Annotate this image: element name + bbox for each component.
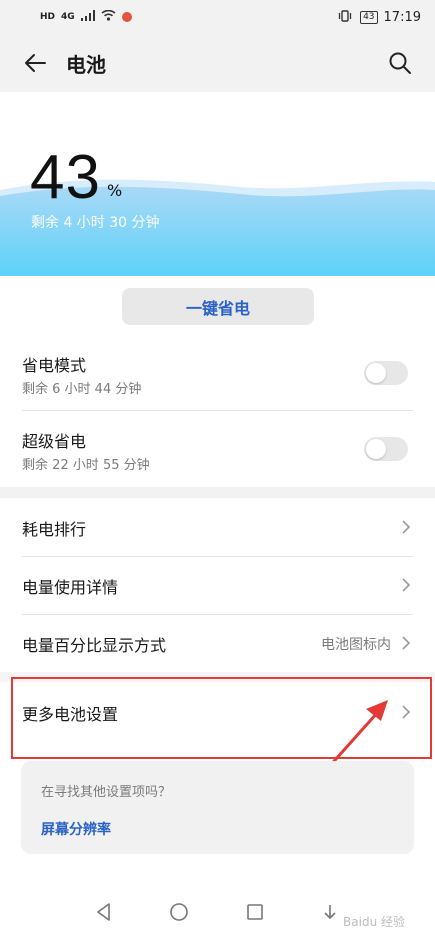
battery-remaining: 剩余 4 小时 30 分钟	[31, 215, 160, 231]
suggestion-card: 在寻找其他设置项吗？ 屏幕分辨率	[21, 761, 414, 854]
usage-details-label: 电量使用详情	[22, 578, 119, 597]
notification-dot-icon	[121, 12, 132, 22]
power-consumption-ranking-row[interactable]: 耗电排行	[0, 498, 435, 556]
nav-notifications-button[interactable]	[320, 902, 340, 926]
vibrate-icon	[338, 9, 352, 25]
nav-recents-button[interactable]	[245, 902, 265, 926]
back-button[interactable]	[10, 34, 60, 92]
suggestion-question: 在寻找其他设置项吗？	[41, 785, 172, 800]
percentage-display-value: 电池图标内	[321, 637, 391, 653]
status-left: HD 4G	[40, 9, 132, 25]
power-saving-mode-toggle[interactable]	[364, 361, 408, 385]
chevron-right-icon	[402, 705, 411, 719]
usage-details-row[interactable]: 电量使用详情	[0, 556, 435, 614]
nav-home-button[interactable]	[169, 902, 189, 926]
screen-resolution-link[interactable]: 屏幕分辨率	[41, 819, 111, 839]
power-mode-section: 一键省电 省电模式 剩余 6 小时 44 分钟 超级省电 剩余 22 小时 55…	[0, 276, 435, 487]
battery-hero: 43 % 剩余 4 小时 30 分钟	[0, 92, 435, 276]
navigation-bar: Baidu 经验	[0, 888, 435, 938]
one-key-save-button[interactable]: 一键省电	[122, 288, 314, 325]
toggle-knob	[366, 363, 386, 383]
status-right: 43 17:19	[338, 10, 421, 25]
baidu-watermark: Baidu 经验	[343, 915, 405, 929]
chevron-right-icon	[402, 636, 411, 650]
chevron-right-icon	[402, 520, 411, 534]
percent-sign: %	[107, 181, 123, 200]
battery-percent: 43	[30, 143, 101, 212]
wifi-icon	[101, 9, 116, 25]
hd-indicator: HD	[40, 12, 56, 22]
page-title: 电池	[66, 52, 106, 77]
nav-back-button[interactable]	[94, 902, 114, 926]
power-consumption-ranking-label: 耗电排行	[22, 520, 87, 539]
signal-icon	[80, 9, 95, 25]
ultra-power-saving-row[interactable]: 超级省电 剩余 22 小时 55 分钟	[0, 414, 435, 482]
ultra-power-saving-toggle[interactable]	[364, 437, 408, 461]
square-recents-icon	[247, 904, 263, 920]
percentage-display-row[interactable]: 电量百分比显示方式 电池图标内	[0, 614, 435, 672]
power-saving-mode-row[interactable]: 省电模式 剩余 6 小时 44 分钟	[0, 338, 435, 406]
circle-home-icon	[170, 903, 188, 921]
search-button[interactable]	[385, 48, 415, 78]
arrow-left-icon	[25, 54, 46, 72]
section-separator	[0, 672, 435, 682]
triangle-back-icon	[97, 903, 110, 921]
network-type: 4G	[61, 12, 75, 22]
app-header: 电池	[0, 34, 435, 92]
more-battery-settings-row[interactable]: 更多电池设置	[0, 682, 435, 742]
more-battery-settings-label: 更多电池设置	[22, 705, 119, 724]
toggle-knob	[366, 439, 386, 459]
chevron-right-icon	[402, 578, 411, 592]
battery-menu-section: 耗电排行 电量使用详情 电量百分比显示方式 电池图标内 更多电池设置	[0, 498, 435, 938]
arrow-down-icon	[324, 905, 336, 920]
clock: 17:19	[383, 9, 421, 25]
ultra-power-saving-remaining: 剩余 22 小时 55 分钟	[22, 458, 150, 473]
percentage-display-label: 电量百分比显示方式	[22, 636, 167, 655]
battery-icon: 43	[360, 10, 378, 24]
power-saving-mode-remaining: 剩余 6 小时 44 分钟	[22, 382, 142, 397]
divider	[22, 410, 413, 411]
search-icon	[389, 52, 411, 74]
status-bar: HD 4G 43 17:19	[0, 0, 435, 34]
power-saving-mode-label: 省电模式	[22, 356, 87, 375]
ultra-power-saving-label: 超级省电	[22, 432, 87, 451]
